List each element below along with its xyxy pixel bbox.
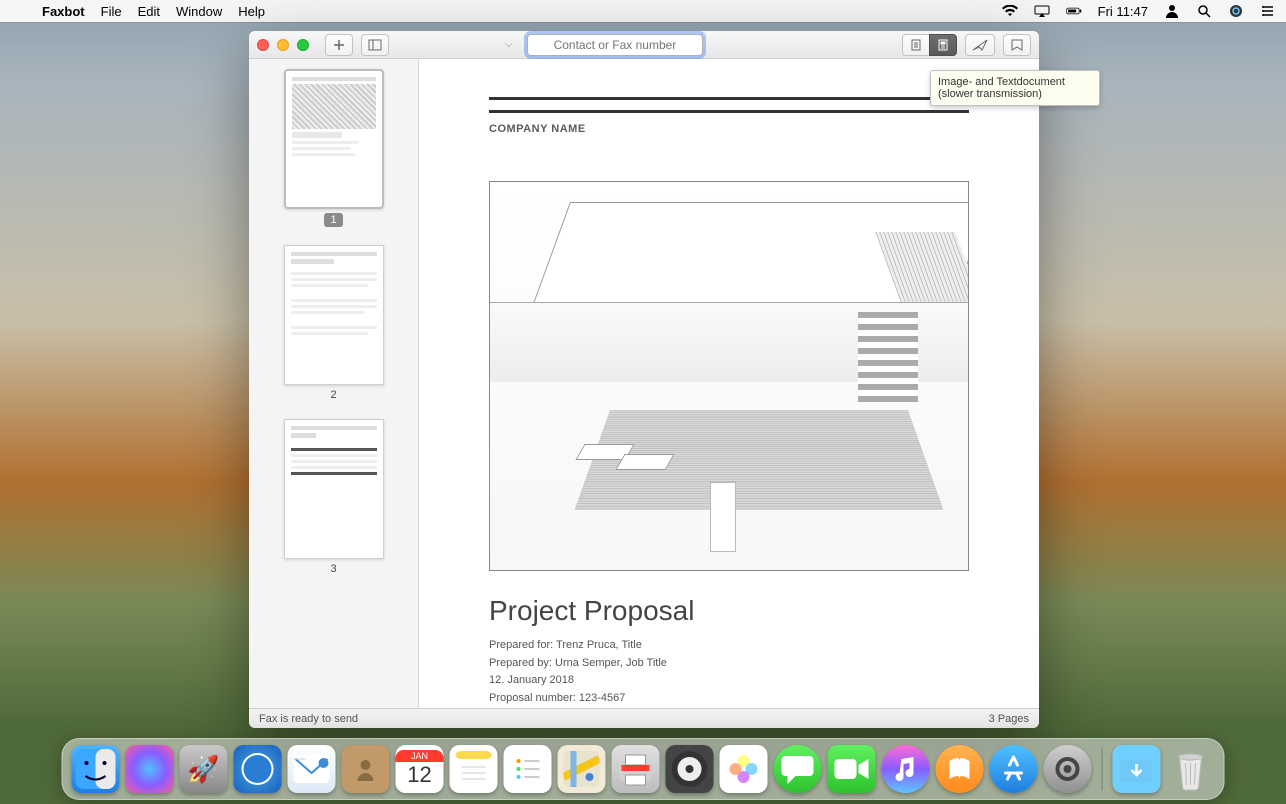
dock-downloads-icon[interactable] xyxy=(1113,745,1161,793)
document-page: COMPANY NAME Project Proposal Prepar xyxy=(489,79,969,707)
sidebar-toggle-button[interactable] xyxy=(361,34,389,56)
transmission-mode-segment xyxy=(902,34,957,56)
calendar-month: JAN xyxy=(396,750,444,762)
document-date: 12. January 2018 xyxy=(489,672,969,690)
thumbnail-1[interactable]: 1 xyxy=(284,69,384,227)
minimize-button[interactable] xyxy=(277,39,289,51)
status-text: Fax is ready to send xyxy=(259,713,358,725)
menubar: Faxbot File Edit Window Help Fri 11:47 xyxy=(0,0,1286,22)
dock-contacts-icon[interactable] xyxy=(342,745,390,793)
send-button[interactable] xyxy=(965,34,995,56)
bookmarks-button[interactable] xyxy=(1003,34,1031,56)
dock-reminders-icon[interactable] xyxy=(504,745,552,793)
dock-finder-icon[interactable] xyxy=(72,745,120,793)
proposal-number: Proposal number: 123-4567 xyxy=(489,690,969,708)
dock-faxbot-icon[interactable] xyxy=(612,745,660,793)
menubar-item-window[interactable]: Window xyxy=(176,4,222,19)
status-bar: Fax is ready to send 3 Pages xyxy=(249,708,1039,728)
company-name: COMPANY NAME xyxy=(489,110,969,141)
dock-notes-icon[interactable] xyxy=(450,745,498,793)
header-rule xyxy=(489,97,969,100)
user-icon[interactable] xyxy=(1164,3,1180,19)
image-mode-button[interactable] xyxy=(929,34,957,56)
spotlight-icon[interactable] xyxy=(1196,3,1212,19)
document-view[interactable]: COMPANY NAME Project Proposal Prepar xyxy=(419,59,1039,708)
add-button[interactable] xyxy=(325,34,353,56)
menubar-app[interactable]: Faxbot xyxy=(42,4,85,19)
page-number-2: 2 xyxy=(330,389,336,401)
dock-photos-icon[interactable] xyxy=(720,745,768,793)
architecture-illustration xyxy=(489,181,969,571)
dock-trash-icon[interactable] xyxy=(1167,745,1215,793)
battery-icon[interactable] xyxy=(1066,3,1082,19)
close-button[interactable] xyxy=(257,39,269,51)
menubar-clock[interactable]: Fri 11:47 xyxy=(1098,4,1148,19)
dock-maps-icon[interactable] xyxy=(558,745,606,793)
prepared-by: Prepared by: Urna Semper, Job Title xyxy=(489,655,969,673)
dock-siri-icon[interactable] xyxy=(126,745,174,793)
text-mode-button[interactable] xyxy=(902,34,930,56)
airplay-icon[interactable] xyxy=(1034,3,1050,19)
zoom-button[interactable] xyxy=(297,39,309,51)
calendar-day: 12 xyxy=(407,762,431,788)
dock-launchpad-icon[interactable]: 🚀 xyxy=(180,745,228,793)
faxbot-window: ⌵ xyxy=(249,31,1039,728)
fax-number-input[interactable] xyxy=(527,34,704,56)
document-title: Project Proposal xyxy=(489,595,969,627)
mode-tooltip: Image- and Textdocument (slower transmis… xyxy=(930,70,1100,106)
dock-dvdplayer-icon[interactable] xyxy=(666,745,714,793)
page-number-1: 1 xyxy=(324,213,342,227)
notifications-icon[interactable] xyxy=(1260,3,1276,19)
dock-systemprefs-icon[interactable] xyxy=(1044,745,1092,793)
siri-icon[interactable] xyxy=(1228,3,1244,19)
window-titlebar[interactable]: ⌵ xyxy=(249,31,1039,59)
apple-logo-icon[interactable] xyxy=(10,3,26,19)
dock: 🚀 JAN 12 xyxy=(62,738,1225,800)
menubar-item-edit[interactable]: Edit xyxy=(138,4,160,19)
dock-ibooks-icon[interactable] xyxy=(936,745,984,793)
dock-mail-icon[interactable] xyxy=(288,745,336,793)
fax-number-field-wrap xyxy=(527,34,704,56)
tooltip-text: Image- and Textdocument (slower transmis… xyxy=(938,76,1065,100)
dock-facetime-icon[interactable] xyxy=(828,745,876,793)
dock-calendar-icon[interactable]: JAN 12 xyxy=(396,745,444,793)
page-count: 3 Pages xyxy=(989,713,1029,725)
thumbnails-sidebar[interactable]: 1 2 xyxy=(249,59,419,708)
wifi-icon[interactable] xyxy=(1002,3,1018,19)
dock-appstore-icon[interactable] xyxy=(990,745,1038,793)
dropdown-chevron-icon[interactable]: ⌵ xyxy=(505,39,513,50)
menubar-item-file[interactable]: File xyxy=(101,4,122,19)
dock-safari-icon[interactable] xyxy=(234,745,282,793)
thumbnail-3[interactable]: 3 xyxy=(284,419,384,575)
thumbnail-2[interactable]: 2 xyxy=(284,245,384,401)
dock-separator xyxy=(1102,747,1103,791)
prepared-for: Prepared for: Trenz Pruca, Title xyxy=(489,637,969,655)
dock-messages-icon[interactable] xyxy=(774,745,822,793)
menubar-item-help[interactable]: Help xyxy=(238,4,265,19)
page-number-3: 3 xyxy=(330,563,336,575)
dock-itunes-icon[interactable] xyxy=(882,745,930,793)
